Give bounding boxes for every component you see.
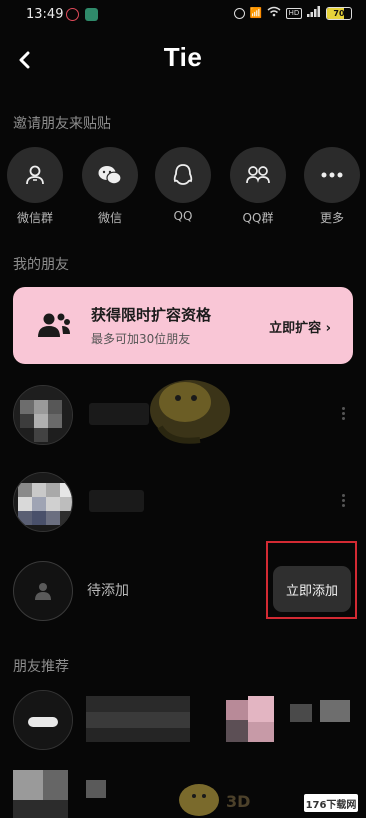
signal-icon: 📶 — [249, 7, 262, 19]
battery-level: 70 — [333, 8, 345, 18]
wifi-icon — [267, 6, 281, 20]
friends-section-label: 我的朋友 — [13, 257, 69, 273]
status-icons: 📶 HD 70 — [233, 6, 352, 20]
share-qq-group[interactable]: QQ群 — [228, 147, 288, 226]
avatar — [13, 385, 73, 445]
share-wechat[interactable]: 微信 — [80, 147, 140, 226]
share-label: 更多 — [319, 211, 344, 225]
qq-icon — [155, 147, 211, 203]
friend-more-icon[interactable] — [341, 492, 345, 512]
qq-group-icon — [230, 147, 286, 203]
wechat-group-icon — [7, 147, 63, 203]
more-icon — [304, 147, 360, 203]
share-label: QQ群 — [242, 211, 274, 225]
expansion-promo-banner[interactable]: 获得限时扩容资格 最多可加30位朋友 立即扩容 › — [13, 287, 353, 364]
recommend-section-label: 朋友推荐 — [13, 659, 69, 675]
friend-more-icon[interactable] — [341, 405, 345, 425]
friend-name — [89, 490, 144, 512]
pending-label: 待添加 — [87, 583, 129, 599]
alarm-icon — [233, 7, 245, 19]
sticker-watermark-image — [179, 784, 219, 816]
promo-title: 获得限时扩容资格 — [91, 306, 212, 324]
sticker-image — [150, 380, 230, 444]
avatar — [13, 472, 73, 532]
share-qq[interactable]: QQ — [153, 147, 213, 223]
status-bar: 13:49 📶 HD 70 — [0, 0, 366, 30]
friends-group-icon — [38, 313, 70, 337]
watermark-3d: 3D — [226, 792, 251, 811]
share-label: QQ — [173, 209, 193, 223]
page-title: Tie — [163, 42, 203, 72]
wechat-icon — [82, 147, 138, 203]
cell-signal-icon — [307, 6, 321, 20]
watermark-logo: 176下载网 — [304, 794, 358, 812]
person-placeholder-icon — [35, 583, 51, 600]
app-notification-icon — [85, 8, 98, 21]
notification-icon — [66, 8, 79, 21]
recommend-row[interactable] — [0, 690, 366, 754]
avatar — [13, 690, 73, 750]
add-now-button[interactable]: 立即添加 — [273, 566, 351, 612]
invite-section-label: 邀请朋友来贴贴 — [13, 116, 111, 132]
battery-icon: 70 — [326, 6, 352, 20]
friend-row[interactable] — [13, 472, 353, 538]
share-more[interactable]: 更多 — [302, 147, 362, 226]
expand-now-button[interactable]: 立即扩容 › — [269, 317, 331, 336]
share-options: 微信群 微信 QQ QQ群 更多 — [0, 147, 366, 227]
share-label: 微信 — [97, 211, 122, 225]
share-label: 微信群 — [16, 211, 53, 225]
pending-avatar — [13, 561, 73, 621]
hd-icon: HD — [286, 7, 302, 19]
promo-subtitle: 最多可加30位朋友 — [91, 332, 191, 346]
share-wechat-group[interactable]: 微信群 — [5, 147, 65, 226]
status-time: 13:49 — [26, 7, 64, 22]
